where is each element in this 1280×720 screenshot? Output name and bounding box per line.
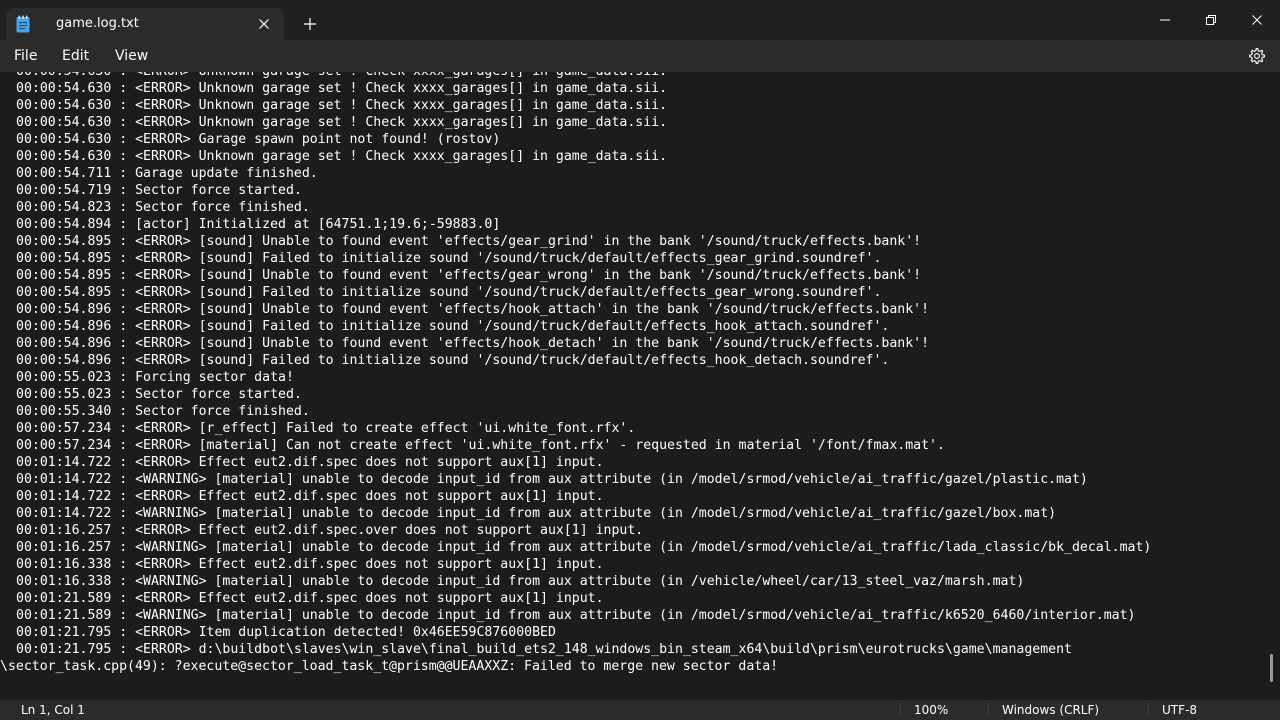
log-line: 00:00:54.711 : Garage update finished. bbox=[16, 166, 318, 181]
log-line: 00:00:54.630 : <ERROR> Unknown garage se… bbox=[16, 72, 1264, 80]
log-line: 00:00:54.630 : <ERROR> Unknown garage se… bbox=[16, 81, 668, 96]
menu-bar: File Edit View bbox=[0, 40, 1280, 72]
log-line: 00:00:54.895 : <ERROR> [sound] Failed to… bbox=[16, 285, 882, 300]
log-line: 00:01:16.257 : <WARNING> [material] unab… bbox=[16, 540, 1152, 555]
log-line: 00:00:54.894 : [actor] Initialized at [6… bbox=[16, 217, 501, 232]
zoom-level[interactable]: 100% bbox=[914, 703, 948, 717]
log-line: 00:01:16.338 : <WARNING> [material] unab… bbox=[16, 574, 1025, 589]
log-line: 00:01:14.722 : <WARNING> [material] unab… bbox=[16, 472, 1088, 487]
log-line: 00:00:54.895 : <ERROR> [sound] Failed to… bbox=[16, 251, 882, 266]
log-line: 00:01:21.795 : <ERROR> d:\buildbot\slave… bbox=[16, 642, 1072, 657]
log-line: 00:00:54.630 : <ERROR> Unknown garage se… bbox=[16, 115, 668, 130]
notepad-icon bbox=[16, 15, 30, 33]
line-ending[interactable]: Windows (CRLF) bbox=[1002, 703, 1099, 717]
status-divider bbox=[1148, 703, 1149, 717]
log-line: 00:00:54.896 : <ERROR> [sound] Unable to… bbox=[16, 336, 930, 351]
cursor-position[interactable]: Ln 1, Col 1 bbox=[21, 703, 85, 717]
window-close-icon[interactable] bbox=[1234, 0, 1280, 40]
log-line: 00:00:54.895 : <ERROR> [sound] Unable to… bbox=[16, 268, 922, 283]
log-line: 00:00:55.340 : Sector force finished. bbox=[16, 404, 310, 419]
close-icon[interactable] bbox=[254, 14, 274, 34]
log-lines: 00:00:54.630 : <ERROR> Unknown garage se… bbox=[0, 72, 1264, 675]
log-line: 00:00:54.896 : <ERROR> [sound] Unable to… bbox=[16, 302, 930, 317]
log-line: 00:01:21.589 : <WARNING> [material] unab… bbox=[16, 608, 1136, 623]
log-line: 00:00:54.895 : <ERROR> [sound] Unable to… bbox=[16, 234, 922, 249]
vertical-scrollbar[interactable] bbox=[1270, 654, 1273, 682]
log-line: 00:01:14.722 : <WARNING> [material] unab… bbox=[16, 506, 1057, 521]
log-line: \sector_task.cpp(49): ?execute@sector_lo… bbox=[0, 659, 779, 674]
log-line: 00:01:21.589 : <ERROR> Effect eut2.dif.s… bbox=[16, 591, 604, 606]
log-line: 00:01:14.722 : <ERROR> Effect eut2.dif.s… bbox=[16, 455, 604, 470]
log-line: 00:01:21.795 : <ERROR> Item duplication … bbox=[16, 625, 556, 640]
log-line: 00:00:54.823 : Sector force finished. bbox=[16, 200, 310, 215]
log-line: 00:00:54.630 : <ERROR> Unknown garage se… bbox=[16, 149, 668, 164]
menu-file[interactable]: File bbox=[14, 48, 37, 64]
menu-view[interactable]: View bbox=[115, 48, 148, 64]
status-bar: Ln 1, Col 1 100% Windows (CRLF) UTF-8 bbox=[0, 700, 1280, 720]
notepad-window: game.log.txt File Edit View 00:00:54.630… bbox=[0, 0, 1280, 720]
plus-icon[interactable] bbox=[300, 14, 320, 34]
restore-icon[interactable] bbox=[1188, 0, 1234, 40]
log-line: 00:01:16.257 : <ERROR> Effect eut2.dif.s… bbox=[16, 523, 644, 538]
log-line: 00:00:57.234 : <ERROR> [material] Can no… bbox=[16, 438, 945, 453]
log-line: 00:01:16.338 : <ERROR> Effect eut2.dif.s… bbox=[16, 557, 604, 572]
log-line: 00:00:57.234 : <ERROR> [r_effect] Failed… bbox=[16, 421, 636, 436]
log-line: 00:00:54.896 : <ERROR> [sound] Failed to… bbox=[16, 319, 890, 334]
log-line: 00:01:14.722 : <ERROR> Effect eut2.dif.s… bbox=[16, 489, 604, 504]
text-editor[interactable]: 00:00:54.630 : <ERROR> Unknown garage se… bbox=[0, 72, 1280, 700]
tab-game-log[interactable]: game.log.txt bbox=[6, 8, 284, 40]
menu-edit[interactable]: Edit bbox=[62, 48, 89, 64]
status-divider bbox=[988, 703, 989, 717]
status-divider bbox=[900, 703, 901, 717]
log-line: 00:00:54.630 : <ERROR> Unknown garage se… bbox=[16, 98, 668, 113]
log-line: 00:00:54.896 : <ERROR> [sound] Failed to… bbox=[16, 353, 890, 368]
log-line: 00:00:55.023 : Sector force started. bbox=[16, 387, 302, 402]
tab-title: game.log.txt bbox=[56, 16, 139, 31]
log-line: 00:00:54.719 : Sector force started. bbox=[16, 183, 302, 198]
title-bar: game.log.txt bbox=[0, 0, 1280, 40]
gear-icon[interactable] bbox=[1248, 47, 1266, 65]
encoding[interactable]: UTF-8 bbox=[1162, 703, 1197, 717]
log-line: 00:00:55.023 : Forcing sector data! bbox=[16, 370, 294, 385]
minimize-icon[interactable] bbox=[1142, 0, 1188, 40]
log-line: 00:00:54.630 : <ERROR> Garage spawn poin… bbox=[16, 132, 501, 147]
